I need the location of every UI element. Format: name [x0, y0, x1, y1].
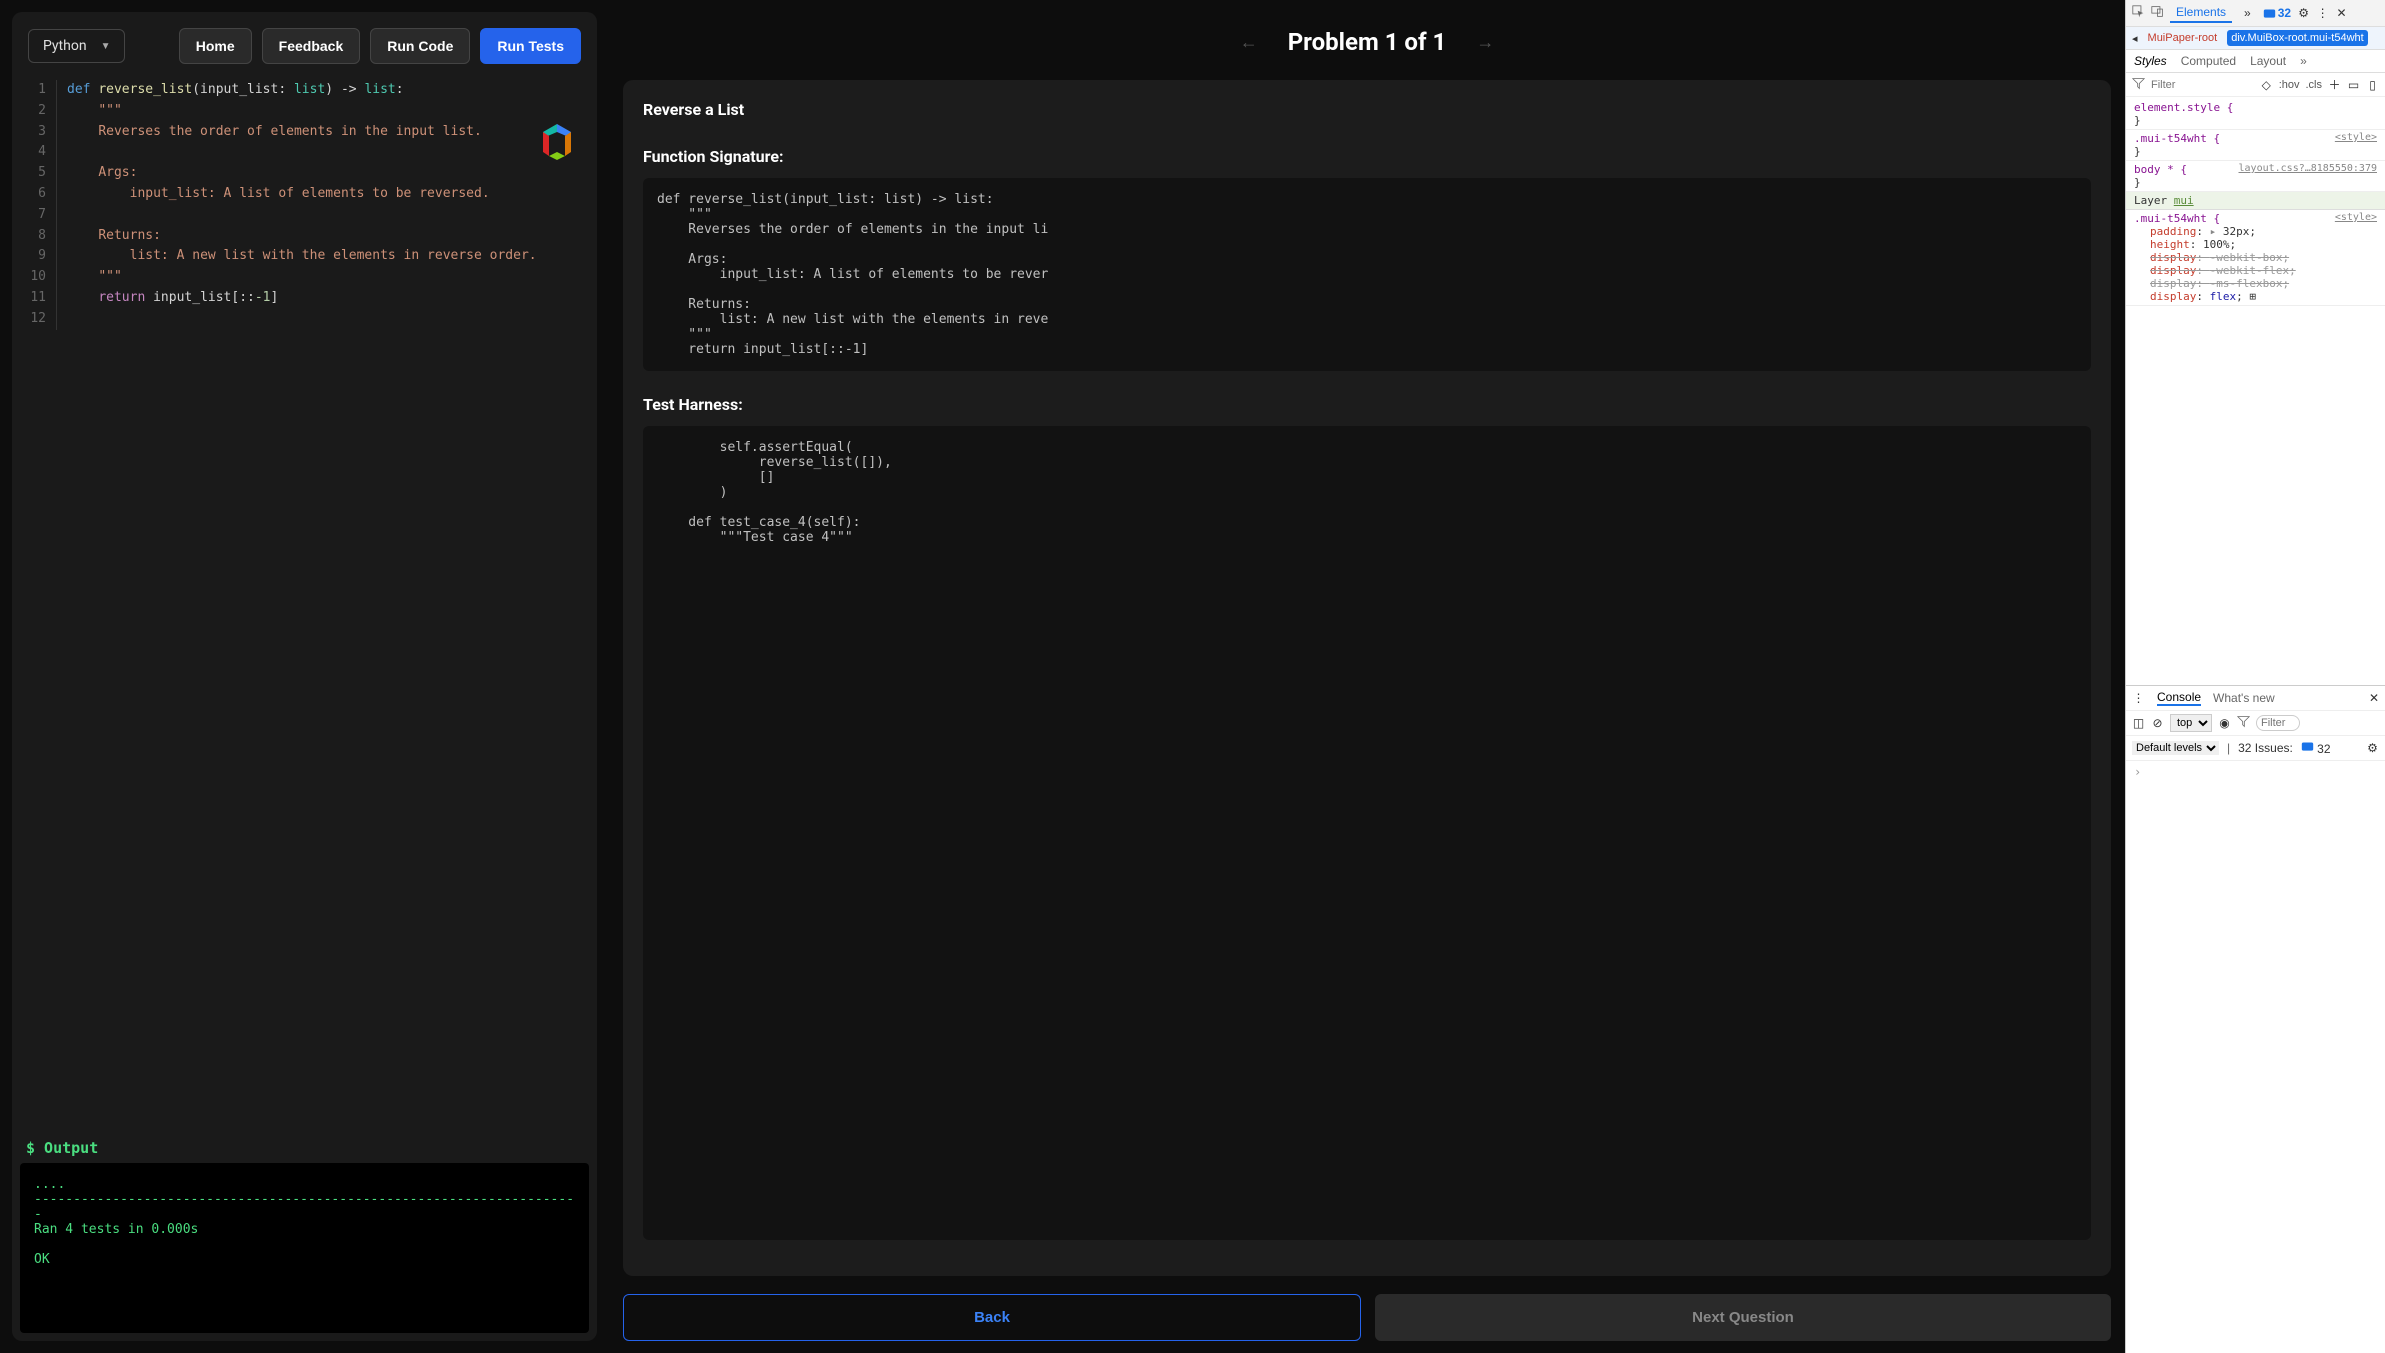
drawer-kebab-icon[interactable]: ⋮: [2132, 691, 2145, 705]
issues-label: 32 Issues:: [2238, 741, 2293, 755]
tab-more[interactable]: »: [2238, 4, 2257, 22]
plus-icon[interactable]: ＋: [2328, 76, 2341, 93]
tab-elements[interactable]: Elements: [2170, 3, 2232, 23]
problem-pane: ← Problem 1 of 1 → Reverse a List Functi…: [609, 12, 2125, 1341]
issues-count[interactable]: 32: [2301, 740, 2331, 756]
chevron-down-icon: ▼: [101, 41, 111, 52]
problem-counter: Problem 1 of 1: [1288, 28, 1447, 56]
clear-console-icon[interactable]: ⊘: [2151, 716, 2164, 730]
diamond-icon[interactable]: ◇: [2260, 78, 2273, 92]
problem-buttons: Back Next Question: [623, 1294, 2111, 1341]
feedback-button[interactable]: Feedback: [262, 28, 361, 64]
problem-nav: ← Problem 1 of 1 →: [609, 12, 2125, 80]
breadcrumb-prev[interactable]: MuiPaper-root: [2144, 30, 2222, 46]
device-toolbar-icon[interactable]: [2151, 5, 2164, 21]
context-dropdown[interactable]: top: [2170, 714, 2212, 732]
hov-toggle[interactable]: :hov: [2279, 79, 2300, 91]
language-label: Python: [43, 38, 87, 54]
breadcrumb-left-icon[interactable]: ◂: [2132, 32, 2138, 45]
back-button[interactable]: Back: [623, 1294, 1361, 1341]
harness-heading: Test Harness:: [643, 395, 2091, 414]
drawer-tab-console[interactable]: Console: [2157, 690, 2201, 706]
console-filter-input[interactable]: [2256, 715, 2300, 731]
rule-body-star[interactable]: layout.css?…8185550:379 body * {}: [2126, 161, 2385, 192]
devtools-top-bar: Elements » 32 ⚙ ⋮ ✕: [2126, 0, 2385, 27]
home-button[interactable]: Home: [179, 28, 252, 64]
layer-label: Layer mui: [2126, 192, 2385, 210]
eye-icon[interactable]: ◉: [2218, 716, 2231, 730]
problem-card: Reverse a List Function Signature: def r…: [623, 80, 2111, 1276]
layout-icon-2[interactable]: ▯: [2366, 78, 2379, 92]
flex-badge-icon[interactable]: ⊞: [2249, 290, 2256, 303]
styles-filter-input[interactable]: [2151, 79, 2254, 91]
subtab-computed[interactable]: Computed: [2181, 54, 2236, 68]
language-dropdown[interactable]: Python ▼: [28, 29, 125, 63]
signature-heading: Function Signature:: [643, 147, 2091, 166]
console-toolbar: ◫ ⊘ top ◉: [2126, 711, 2385, 736]
styles-subtabs: Styles Computed Layout »: [2126, 50, 2385, 73]
output-label: $ Output: [12, 1133, 597, 1163]
code-lines[interactable]: def reverse_list(input_list: list) -> li…: [56, 80, 589, 1133]
drawer-tab-whatsnew[interactable]: What's new: [2213, 691, 2275, 705]
prev-problem-arrow[interactable]: ←: [1240, 32, 1258, 53]
filter-icon: [2132, 77, 2145, 93]
console-prompt: ›: [2134, 765, 2141, 779]
sidebar-toggle-icon[interactable]: ◫: [2132, 716, 2145, 730]
rule-class[interactable]: <style> .mui-t54wht {}: [2126, 130, 2385, 161]
editor-pane: Python ▼ Home Feedback Run Code Run Test…: [12, 12, 597, 1341]
subtab-more[interactable]: »: [2300, 54, 2307, 68]
cls-toggle[interactable]: .cls: [2306, 79, 2323, 91]
rule-element-style[interactable]: element.style {}: [2126, 99, 2385, 130]
layout-icon-1[interactable]: ▭: [2347, 78, 2360, 92]
close-icon[interactable]: ✕: [2335, 6, 2348, 20]
levels-dropdown[interactable]: Default levels: [2132, 741, 2219, 755]
brand-logo: [531, 120, 583, 180]
console-body[interactable]: ›: [2126, 761, 2385, 1353]
console-filter-icon: [2237, 715, 2250, 731]
styles-rules[interactable]: element.style {} <style> .mui-t54wht {} …: [2126, 97, 2385, 685]
styles-filter-bar: ◇ :hov .cls ＋ ▭ ▯: [2126, 73, 2385, 97]
dom-breadcrumb[interactable]: ◂ MuiPaper-root div.MuiBox-root.mui-t54w…: [2126, 27, 2385, 50]
run-code-button[interactable]: Run Code: [370, 28, 470, 64]
next-question-button[interactable]: Next Question: [1375, 1294, 2111, 1341]
rule-class-layer[interactable]: <style> .mui-t54wht { padding: ▸ 32px; h…: [2126, 210, 2385, 306]
next-problem-arrow[interactable]: →: [1476, 32, 1494, 53]
console-status: Default levels | 32 Issues: 32 ⚙: [2126, 736, 2385, 761]
editor-toolbar: Python ▼ Home Feedback Run Code Run Test…: [12, 12, 597, 80]
output-terminal[interactable]: .... -----------------------------------…: [20, 1163, 589, 1333]
problem-title: Reverse a List: [643, 100, 2091, 119]
run-tests-button[interactable]: Run Tests: [480, 28, 581, 64]
code-editor[interactable]: 123456789101112 def reverse_list(input_l…: [12, 80, 597, 1133]
issues-badge[interactable]: 32: [2263, 6, 2291, 20]
harness-code[interactable]: self.assertEqual( reverse_list([]), [] )…: [643, 426, 2091, 1240]
subtab-styles[interactable]: Styles: [2134, 54, 2167, 68]
kebab-icon[interactable]: ⋮: [2316, 6, 2329, 20]
gear-icon[interactable]: ⚙: [2297, 6, 2310, 20]
line-gutter: 123456789101112: [20, 80, 56, 1133]
drawer-tabs: ⋮ Console What's new ✕: [2126, 685, 2385, 711]
devtools-panel: Elements » 32 ⚙ ⋮ ✕ ◂ MuiPaper-root div.…: [2125, 0, 2385, 1353]
subtab-layout[interactable]: Layout: [2250, 54, 2286, 68]
console-gear-icon[interactable]: ⚙: [2366, 741, 2379, 755]
inspect-icon[interactable]: [2132, 5, 2145, 21]
signature-code[interactable]: def reverse_list(input_list: list) -> li…: [643, 178, 2091, 371]
breadcrumb-current[interactable]: div.MuiBox-root.mui-t54wht: [2227, 30, 2367, 46]
drawer-close-icon[interactable]: ✕: [2369, 691, 2379, 705]
